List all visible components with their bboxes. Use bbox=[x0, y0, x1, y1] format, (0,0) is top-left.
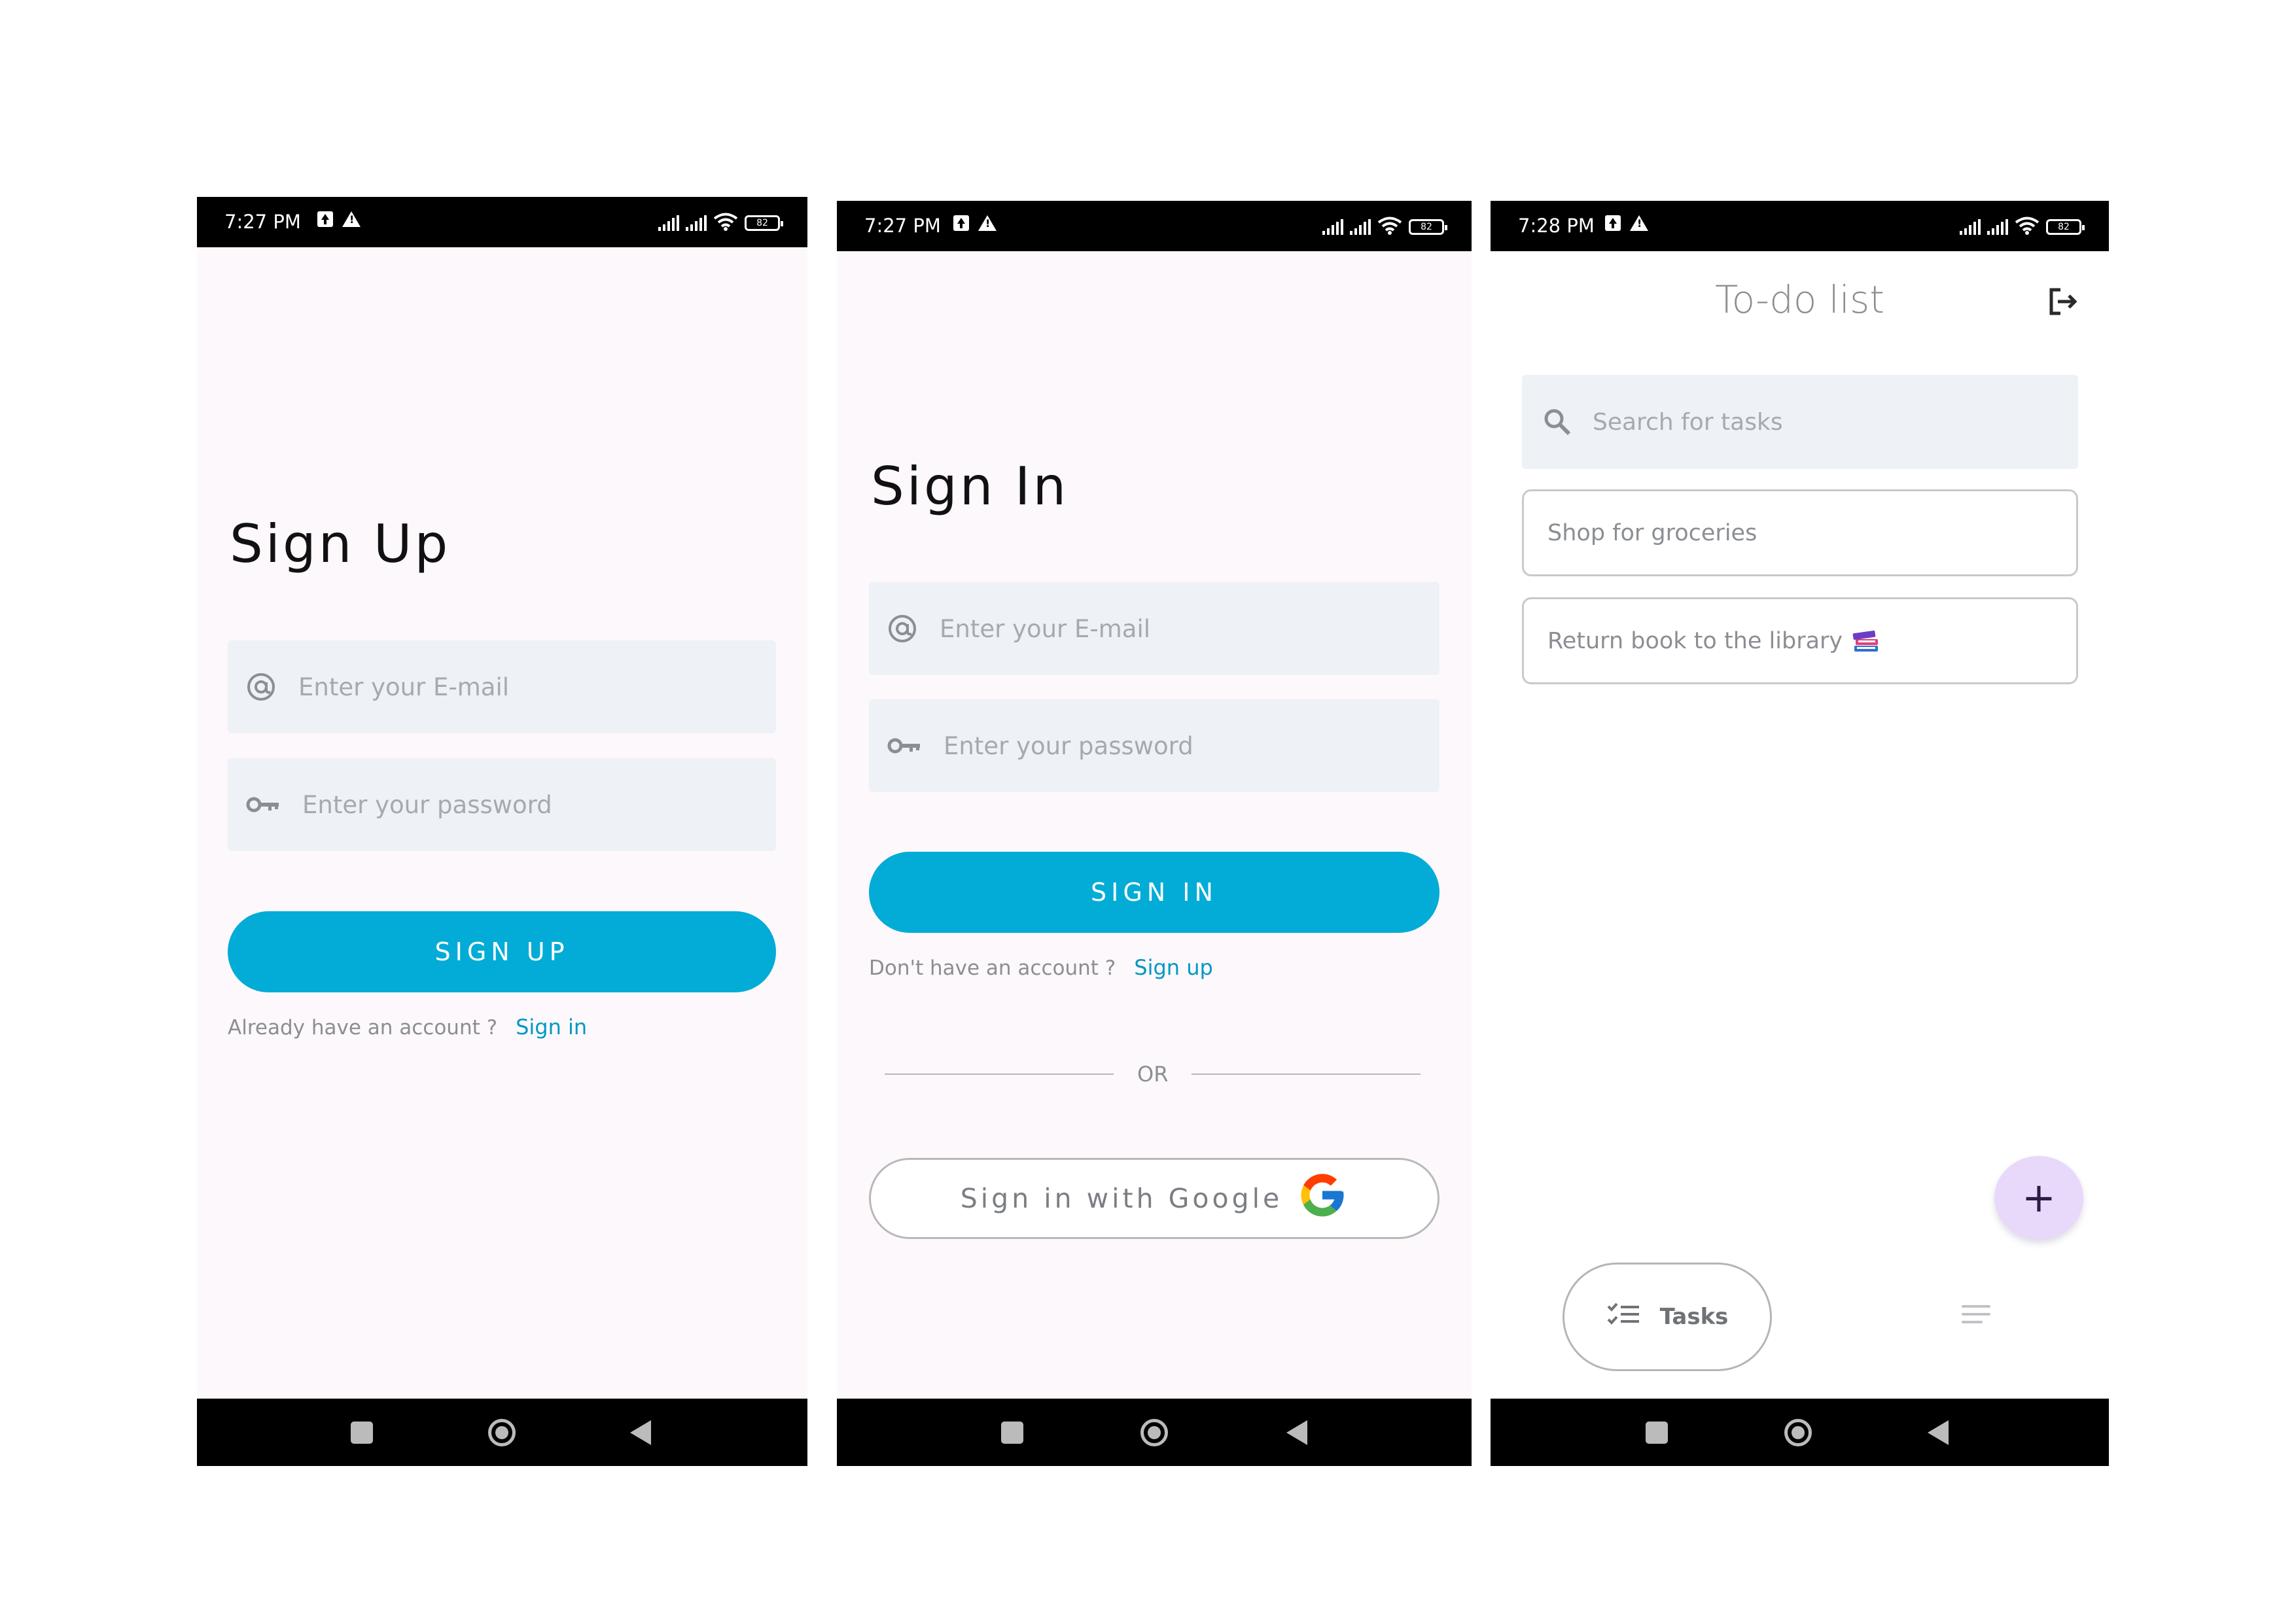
search-icon bbox=[1542, 406, 1573, 438]
or-divider: OR bbox=[885, 1062, 1421, 1087]
page-title: Sign Up bbox=[230, 514, 451, 574]
divider-line bbox=[1192, 1073, 1421, 1075]
sign-in-link[interactable]: Sign in bbox=[516, 1015, 587, 1039]
android-nav-bar bbox=[1491, 1399, 2109, 1466]
square-icon bbox=[351, 1421, 373, 1444]
square-icon bbox=[1001, 1421, 1023, 1444]
signal-icon bbox=[658, 215, 679, 231]
menu-icon[interactable] bbox=[1956, 1295, 1996, 1334]
divider-line bbox=[885, 1073, 1114, 1075]
signal-icon bbox=[1350, 219, 1371, 235]
account-prompt-text: Already have an account ? bbox=[228, 1016, 498, 1039]
password-input[interactable] bbox=[301, 790, 776, 820]
password-field[interactable] bbox=[228, 758, 776, 851]
recent-apps-button[interactable] bbox=[986, 1399, 1038, 1466]
account-prompt-row: Already have an account ? Sign in bbox=[228, 1015, 587, 1039]
wifi-icon bbox=[1377, 217, 1402, 235]
tab-tasks[interactable]: Tasks bbox=[1563, 1263, 1772, 1371]
square-icon bbox=[1646, 1421, 1668, 1444]
upload-notification-icon bbox=[317, 211, 333, 227]
warning-icon bbox=[342, 211, 361, 227]
status-bar: 7:27 PM 82 bbox=[837, 201, 1472, 251]
checklist-icon bbox=[1606, 1301, 1640, 1333]
back-triangle-icon bbox=[1286, 1420, 1307, 1445]
password-input[interactable] bbox=[942, 731, 1439, 761]
circle-icon bbox=[488, 1418, 516, 1446]
battery-icon: 82 bbox=[2046, 219, 2085, 235]
status-time: 7:27 PM bbox=[864, 215, 941, 237]
google-button-label: Sign in with Google bbox=[960, 1183, 1283, 1214]
task-text: Return book to the library bbox=[1547, 627, 1843, 654]
recent-apps-button[interactable] bbox=[1631, 1399, 1683, 1466]
back-button[interactable] bbox=[614, 1399, 667, 1466]
tab-label: Tasks bbox=[1659, 1304, 1729, 1330]
recent-apps-button[interactable] bbox=[336, 1399, 388, 1466]
at-sign-icon bbox=[246, 672, 276, 702]
sign-up-button[interactable]: SIGN UP bbox=[228, 911, 776, 992]
status-system-icons: 82 bbox=[1960, 217, 2085, 235]
status-notification-icons bbox=[1605, 215, 1648, 231]
back-button[interactable] bbox=[1912, 1399, 1964, 1466]
account-prompt-text: Don't have an account ? bbox=[869, 956, 1116, 980]
search-input[interactable] bbox=[1591, 408, 2078, 436]
signal-icon bbox=[1987, 219, 2008, 235]
warning-icon bbox=[1630, 215, 1648, 231]
at-sign-icon bbox=[887, 614, 917, 644]
status-time: 7:28 PM bbox=[1518, 215, 1595, 237]
status-system-icons: 82 bbox=[658, 213, 783, 231]
logout-icon bbox=[2047, 287, 2079, 319]
password-field[interactable] bbox=[869, 699, 1439, 792]
sign-in-button[interactable]: SIGN IN bbox=[869, 852, 1439, 933]
page-title: Sign In bbox=[871, 456, 1069, 517]
task-item[interactable]: Shop for groceries bbox=[1522, 489, 2078, 576]
back-triangle-icon bbox=[1928, 1420, 1949, 1445]
status-time: 7:27 PM bbox=[224, 211, 301, 233]
divider-label: OR bbox=[1137, 1062, 1169, 1087]
upload-notification-icon bbox=[1605, 215, 1621, 231]
add-task-button[interactable]: + bbox=[1994, 1156, 2083, 1240]
email-field[interactable] bbox=[869, 582, 1439, 675]
task-item[interactable]: Return book to the library bbox=[1522, 597, 2078, 684]
wifi-icon bbox=[713, 213, 738, 231]
upload-notification-icon bbox=[953, 215, 969, 231]
books-icon bbox=[1852, 629, 1881, 654]
warning-icon bbox=[978, 215, 997, 231]
status-system-icons: 82 bbox=[1322, 217, 1447, 235]
back-button[interactable] bbox=[1271, 1399, 1323, 1466]
key-icon bbox=[887, 736, 921, 756]
email-field[interactable] bbox=[228, 640, 776, 733]
circle-icon bbox=[1140, 1418, 1168, 1446]
signin-screen: 7:27 PM 82 Sign In SIGN IN Don't have an… bbox=[837, 201, 1472, 1466]
logout-button[interactable] bbox=[2045, 285, 2081, 321]
key-icon bbox=[246, 795, 280, 814]
page-title: To-do list bbox=[1715, 277, 1884, 322]
signup-screen: 7:27 PM 82 Sign Up SIGN UP Already have … bbox=[197, 197, 807, 1466]
email-input[interactable] bbox=[938, 614, 1439, 644]
status-bar: 7:28 PM 82 bbox=[1491, 201, 2109, 251]
signal-icon bbox=[1960, 219, 1981, 235]
account-prompt-row: Don't have an account ? Sign up bbox=[869, 955, 1213, 980]
wifi-icon bbox=[2015, 217, 2040, 235]
sign-up-link[interactable]: Sign up bbox=[1134, 955, 1213, 980]
circle-icon bbox=[1784, 1418, 1812, 1446]
todo-screen: 7:28 PM 82 To-do list Shop for groceries… bbox=[1491, 201, 2109, 1466]
status-bar: 7:27 PM 82 bbox=[197, 197, 807, 247]
android-nav-bar bbox=[837, 1399, 1472, 1466]
back-triangle-icon bbox=[630, 1420, 651, 1445]
home-button[interactable] bbox=[1772, 1399, 1824, 1466]
battery-icon: 82 bbox=[745, 215, 783, 231]
home-button[interactable] bbox=[1128, 1399, 1180, 1466]
home-button[interactable] bbox=[476, 1399, 528, 1466]
status-notification-icons bbox=[953, 215, 997, 231]
status-notification-icons bbox=[317, 211, 361, 227]
google-logo-icon bbox=[1297, 1170, 1348, 1227]
task-text: Shop for groceries bbox=[1547, 519, 1757, 546]
signal-icon bbox=[1322, 219, 1343, 235]
search-field[interactable] bbox=[1522, 375, 2078, 469]
signal-icon bbox=[686, 215, 707, 231]
android-nav-bar bbox=[197, 1399, 807, 1466]
battery-icon: 82 bbox=[1409, 219, 1447, 235]
google-sign-in-button[interactable]: Sign in with Google bbox=[869, 1158, 1439, 1239]
email-input[interactable] bbox=[297, 672, 776, 702]
